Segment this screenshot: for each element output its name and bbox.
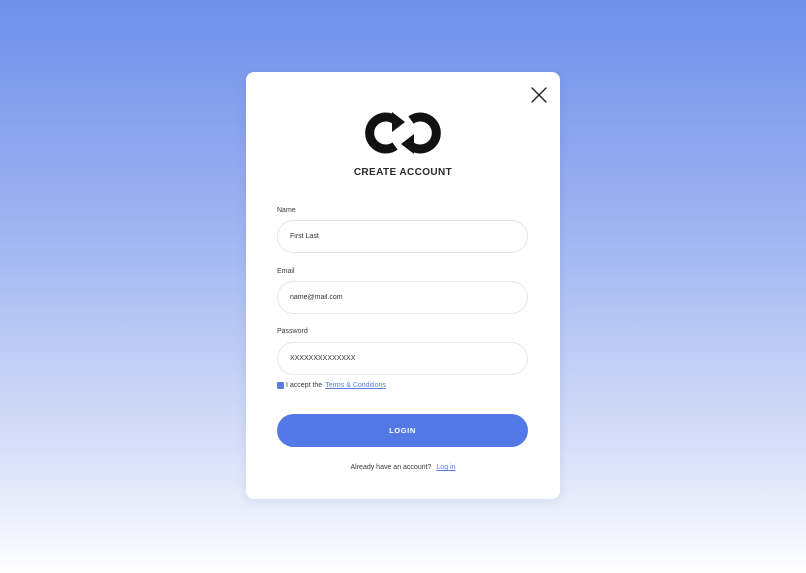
- close-icon[interactable]: [530, 86, 548, 104]
- terms-link[interactable]: Terms & Conditions: [325, 382, 386, 389]
- terms-text: I accept the: [286, 382, 323, 389]
- email-label: Email: [277, 268, 295, 275]
- login-button[interactable]: LOGIN: [277, 414, 528, 447]
- create-account-modal: CREATE ACCOUNT Name Email Password I acc…: [246, 72, 560, 499]
- modal-title: CREATE ACCOUNT: [353, 167, 453, 178]
- infinity-logo: [365, 112, 441, 154]
- terms-checkbox[interactable]: [277, 382, 284, 389]
- login-prompt: Already have an account? Log in: [246, 464, 560, 471]
- email-input[interactable]: [277, 281, 528, 314]
- login-prompt-text: Already have an account?: [350, 464, 432, 471]
- name-input[interactable]: [277, 220, 528, 253]
- name-label: Name: [277, 207, 296, 214]
- terms-row: I accept the Terms & Conditions: [277, 382, 386, 389]
- password-label: Password: [277, 328, 308, 335]
- password-input[interactable]: [277, 342, 528, 375]
- login-link[interactable]: Log in: [436, 464, 455, 471]
